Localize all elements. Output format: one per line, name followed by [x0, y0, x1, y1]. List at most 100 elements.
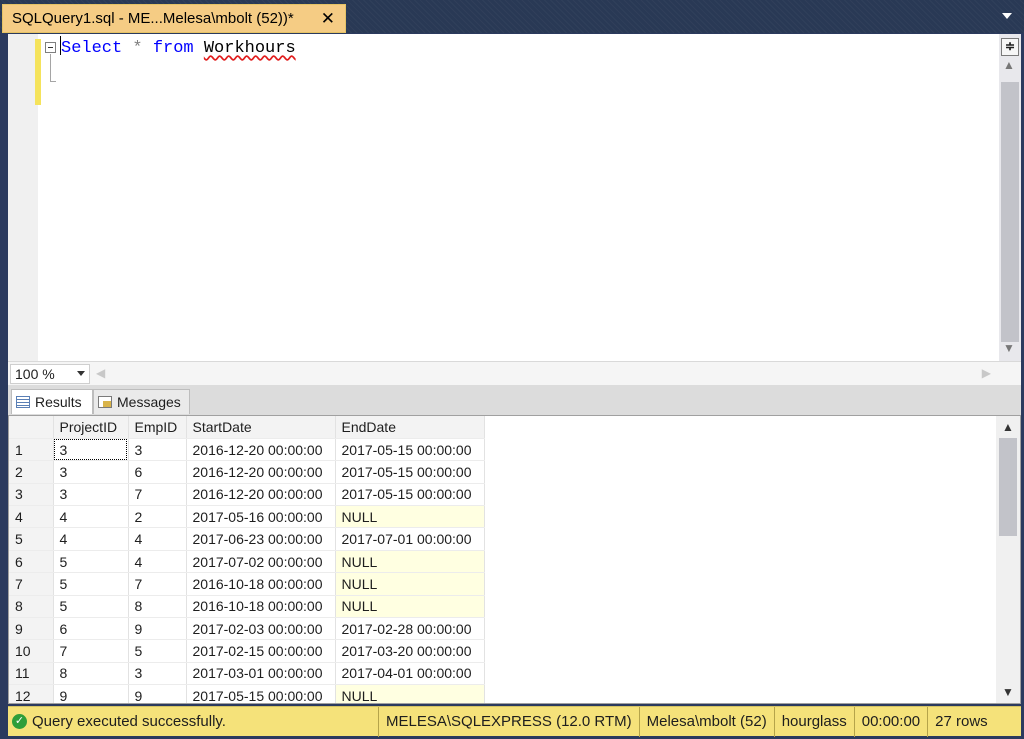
column-header-empid[interactable]: EmpID [128, 416, 187, 439]
cell-projectid[interactable]: 5 [53, 572, 129, 596]
table-row[interactable]: 7 5 7 2016-10-18 00:00:00 NULL [9, 572, 485, 596]
cell-startdate[interactable]: 2017-03-01 00:00:00 [186, 662, 336, 686]
scroll-right-icon[interactable]: ▶ [982, 366, 991, 380]
cell-empid[interactable]: 6 [128, 460, 187, 484]
cell-empid[interactable]: 8 [128, 595, 187, 619]
editor-vertical-scrollbar[interactable]: ≑ ▲ ▼ [999, 34, 1021, 361]
cell-projectid[interactable]: 3 [53, 460, 129, 484]
scroll-up-icon[interactable]: ▲ [1002, 420, 1014, 434]
cell-empid[interactable]: 7 [128, 572, 187, 596]
cell-projectid[interactable]: 3 [53, 438, 129, 462]
cell-enddate[interactable]: 2017-05-15 00:00:00 [335, 460, 485, 484]
cell-enddate[interactable]: NULL [335, 505, 485, 529]
cell-enddate[interactable]: 2017-03-20 00:00:00 [335, 639, 485, 663]
cell-projectid[interactable]: 9 [53, 684, 129, 703]
table-row[interactable]: 4 4 2 2017-05-16 00:00:00 NULL [9, 505, 485, 529]
cell-startdate[interactable]: 2017-07-02 00:00:00 [186, 550, 336, 574]
row-number[interactable]: 11 [9, 662, 54, 686]
code-line-1[interactable]: Select * from Workhours [60, 36, 296, 58]
scroll-down-icon[interactable]: ▼ [1003, 341, 1015, 355]
cell-projectid[interactable]: 3 [53, 483, 129, 507]
table-row[interactable]: 8 5 8 2016-10-18 00:00:00 NULL [9, 595, 485, 619]
cell-projectid[interactable]: 7 [53, 639, 129, 663]
scrollbar-thumb[interactable] [999, 438, 1017, 536]
split-window-icon[interactable]: ≑ [1001, 38, 1019, 56]
row-number[interactable]: 7 [9, 572, 54, 596]
column-header-startdate[interactable]: StartDate [186, 416, 336, 439]
scroll-up-icon[interactable]: ▲ [1003, 58, 1015, 72]
cell-enddate[interactable]: 2017-02-28 00:00:00 [335, 617, 485, 641]
table-row[interactable]: 1 3 3 2016-12-20 00:00:00 2017-05-15 00:00:0… [9, 438, 485, 462]
tab-messages[interactable]: Messages [93, 389, 190, 414]
cell-empid[interactable]: 7 [128, 483, 187, 507]
close-icon[interactable]: ✕ [321, 9, 335, 29]
cell-enddate[interactable]: 2017-05-15 00:00:00 [335, 483, 485, 507]
column-header-enddate[interactable]: EndDate [335, 416, 485, 439]
scrollbar-thumb[interactable] [1001, 82, 1019, 342]
cell-empid[interactable]: 9 [128, 684, 187, 703]
cell-projectid[interactable]: 5 [53, 550, 129, 574]
cell-startdate[interactable]: 2016-12-20 00:00:00 [186, 483, 336, 507]
scroll-down-icon[interactable]: ▼ [1002, 685, 1014, 699]
cell-startdate[interactable]: 2017-05-16 00:00:00 [186, 505, 336, 529]
cell-enddate[interactable]: NULL [335, 595, 485, 619]
row-number[interactable]: 5 [9, 527, 54, 551]
table-row[interactable]: 11 8 3 2017-03-01 00:00:00 2017-04-01 00:00:… [9, 662, 485, 686]
cell-projectid[interactable]: 8 [53, 662, 129, 686]
cell-enddate[interactable]: NULL [335, 550, 485, 574]
cell-startdate[interactable]: 2017-05-15 00:00:00 [186, 684, 336, 703]
column-header-projectid[interactable]: ProjectID [53, 416, 129, 439]
cell-startdate[interactable]: 2016-10-18 00:00:00 [186, 595, 336, 619]
cell-empid[interactable]: 9 [128, 617, 187, 641]
document-tab-sqlquery1[interactable]: SQLQuery1.sql - ME...Melesa\mbolt (52))*… [2, 4, 346, 33]
cell-startdate[interactable]: 2017-06-23 00:00:00 [186, 527, 336, 551]
row-number[interactable]: 10 [9, 639, 54, 663]
row-number[interactable]: 12 [9, 684, 54, 703]
results-grid[interactable]: ProjectID EmpID StartDate EndDate 1 3 3 201… [8, 415, 1021, 704]
cell-empid[interactable]: 3 [128, 662, 187, 686]
cell-startdate[interactable]: 2016-10-18 00:00:00 [186, 572, 336, 596]
row-number[interactable]: 2 [9, 460, 54, 484]
cell-enddate[interactable]: 2017-07-01 00:00:00 [335, 527, 485, 551]
row-number[interactable]: 3 [9, 483, 54, 507]
cell-enddate[interactable]: 2017-05-15 00:00:00 [335, 438, 485, 462]
table-row[interactable]: 5 4 4 2017-06-23 00:00:00 2017-07-01 00:00:0… [9, 527, 485, 551]
collapse-region-icon[interactable] [45, 42, 56, 53]
scroll-left-icon[interactable]: ◀ [96, 366, 105, 380]
zoom-select[interactable]: 100 % [10, 364, 90, 384]
tab-results[interactable]: Results [11, 389, 93, 414]
row-number[interactable]: 6 [9, 550, 54, 574]
cell-empid[interactable]: 3 [128, 438, 187, 462]
row-number[interactable]: 4 [9, 505, 54, 529]
cell-enddate[interactable]: 2017-04-01 00:00:00 [335, 662, 485, 686]
cell-projectid[interactable]: 4 [53, 527, 129, 551]
grid-vertical-scrollbar[interactable]: ▲ ▼ [996, 416, 1020, 703]
table-row[interactable]: 6 5 4 2017-07-02 00:00:00 NULL [9, 550, 485, 574]
table-row[interactable]: 2 3 6 2016-12-20 00:00:00 2017-05-15 00:00:0… [9, 460, 485, 484]
table-row[interactable]: 12 9 9 2017-05-15 00:00:00 NULL [9, 684, 485, 703]
cell-startdate[interactable]: 2017-02-15 00:00:00 [186, 639, 336, 663]
cell-empid[interactable]: 2 [128, 505, 187, 529]
row-header-corner[interactable] [9, 416, 54, 439]
table-row[interactable]: 9 6 9 2017-02-03 00:00:00 2017-02-28 00:00:0… [9, 617, 485, 641]
status-server: MELESA\SQLEXPRESS (12.0 RTM) [378, 706, 639, 737]
chevron-down-icon[interactable] [77, 371, 85, 376]
cell-startdate[interactable]: 2017-02-03 00:00:00 [186, 617, 336, 641]
cell-empid[interactable]: 5 [128, 639, 187, 663]
table-row[interactable]: 10 7 5 2017-02-15 00:00:00 2017-03-20 00:00:… [9, 639, 485, 663]
cell-empid[interactable]: 4 [128, 527, 187, 551]
cell-projectid[interactable]: 4 [53, 505, 129, 529]
cell-projectid[interactable]: 6 [53, 617, 129, 641]
table-row[interactable]: 3 3 7 2016-12-20 00:00:00 2017-05-15 00:00:0… [9, 483, 485, 507]
row-number[interactable]: 9 [9, 617, 54, 641]
cell-empid[interactable]: 4 [128, 550, 187, 574]
cell-startdate[interactable]: 2016-12-20 00:00:00 [186, 438, 336, 462]
cell-startdate[interactable]: 2016-12-20 00:00:00 [186, 460, 336, 484]
row-number[interactable]: 1 [9, 438, 54, 462]
query-editor[interactable]: Select * from Workhours ≑ ▲ ▼ [8, 34, 1021, 361]
tab-list-dropdown-icon[interactable] [1002, 13, 1012, 19]
cell-enddate[interactable]: NULL [335, 572, 485, 596]
cell-projectid[interactable]: 5 [53, 595, 129, 619]
cell-enddate[interactable]: NULL [335, 684, 485, 703]
row-number[interactable]: 8 [9, 595, 54, 619]
